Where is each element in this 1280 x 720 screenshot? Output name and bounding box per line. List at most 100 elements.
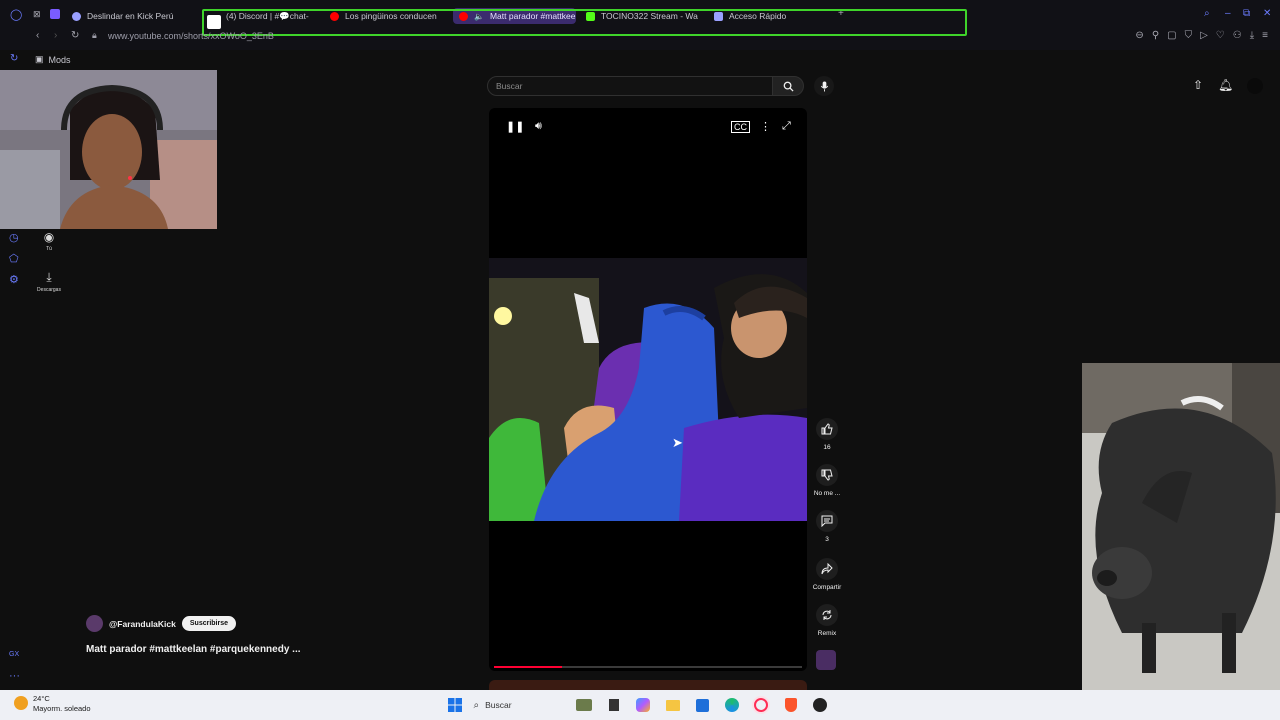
more-icon[interactable]: ···	[9, 670, 20, 682]
next-short-preview[interactable]	[489, 680, 807, 690]
search-tabs-icon[interactable]: ⌕	[1204, 8, 1210, 19]
comments-button[interactable]: 3	[812, 510, 842, 543]
browser-toolbar: ◯ ⊠ Deslindar en Kick Perú (4) Discord |…	[0, 0, 1280, 50]
pig-image	[1082, 363, 1280, 690]
search-input[interactable]: Buscar	[487, 76, 773, 96]
progress-bar[interactable]	[494, 666, 802, 668]
weather-condition: Mayorm. soleado	[33, 704, 91, 713]
progress-fill	[494, 666, 562, 668]
opera-gx-icon[interactable]	[747, 696, 777, 714]
snapshot-icon[interactable]: ▢	[1167, 30, 1176, 41]
dislike-button[interactable]: No me ...	[812, 464, 842, 497]
profile-icon[interactable]: ⚇	[1233, 30, 1242, 41]
fullscreen-icon[interactable]: ⤢	[782, 120, 791, 133]
notifications-icon[interactable]: 🔔︎	[1218, 78, 1233, 92]
remix-button[interactable]: Remix	[812, 604, 842, 637]
heart-icon[interactable]: ♡	[1216, 30, 1225, 41]
pinboard-icon[interactable]: ⬠	[9, 252, 19, 265]
avatar[interactable]	[1247, 78, 1263, 94]
url-text: www.youtube.com/shorts/xxOWoO_3EnB	[108, 31, 274, 41]
brave-icon[interactable]	[776, 696, 806, 714]
shield-icon[interactable]: ⛉	[1185, 30, 1193, 41]
bookmark-label: Mods	[48, 54, 71, 65]
search-button[interactable]	[772, 76, 804, 96]
comment-count: 3	[825, 536, 829, 543]
share-button[interactable]: Compartir	[812, 558, 842, 591]
pause-button[interactable]: ❚❚	[506, 120, 524, 133]
zoom-out-icon[interactable]: ⊖	[1135, 30, 1143, 41]
download-icon[interactable]: ⤓	[1250, 30, 1254, 41]
forward-icon[interactable]: ›	[54, 30, 57, 41]
restore-icon[interactable]: ⧉	[1243, 8, 1250, 19]
voice-search-button[interactable]	[814, 76, 834, 96]
search-label: Buscar	[485, 700, 512, 710]
short-title[interactable]: Matt parador #mattkeelan #parquekennedy …	[86, 644, 301, 655]
tab-menu-icon[interactable]: ⊠	[33, 9, 41, 20]
reload-icon[interactable]: ↻	[71, 30, 79, 41]
comment-icon	[821, 515, 833, 527]
volume-icon[interactable]: 🔊︎	[535, 120, 542, 133]
browser-tools: ⊖ ⚲ ▢ ⛉ ▷ ♡ ⚇ ⤓ ≡	[1135, 30, 1268, 41]
minimize-icon[interactable]: –	[1225, 8, 1231, 19]
new-workspace-icon[interactable]	[50, 9, 60, 19]
bookmarks-bar: ↻ ▣ Mods	[0, 50, 1280, 70]
channel-name[interactable]: @FarandulaKick	[109, 619, 176, 629]
more-options-icon[interactable]: ⋮	[760, 120, 771, 133]
gx-icon[interactable]: GX	[9, 651, 19, 658]
pin-icon[interactable]: ⚲	[1152, 30, 1159, 41]
weather-widget[interactable]: 24°C Mayorm. soleado	[14, 694, 91, 714]
menu-icon[interactable]: ≡	[1262, 30, 1268, 41]
url-field[interactable]: 🔒︎ www.youtube.com/shorts/xxOWoO_3EnB	[92, 30, 274, 41]
white-overlay-square	[207, 15, 221, 29]
tab-label: Deslindar en Kick Perú	[87, 11, 174, 21]
subscribe-button[interactable]: Suscribirse	[181, 616, 237, 631]
close-window-icon[interactable]: ✕	[1263, 8, 1271, 19]
remix-icon	[822, 610, 832, 620]
widgets-icon[interactable]	[570, 696, 600, 714]
channel-avatar[interactable]	[86, 615, 103, 632]
folder-icon: ▣	[35, 54, 44, 64]
webcam-image	[0, 70, 217, 229]
obs-icon[interactable]	[806, 696, 836, 714]
upload-icon[interactable]: ⇧	[1193, 78, 1203, 92]
weather-sun-icon	[14, 696, 28, 710]
address-bar: ‹ › ↻ 🔒︎ www.youtube.com/shorts/xxOWoO_3…	[0, 28, 1280, 46]
thumbs-down-icon	[821, 469, 833, 481]
copilot-icon[interactable]	[629, 696, 659, 714]
dislike-label: No me ...	[813, 490, 841, 497]
share-icon	[821, 563, 833, 575]
like-button[interactable]: 16	[812, 418, 842, 451]
sound-thumbnail[interactable]	[816, 650, 836, 670]
video-frame	[489, 258, 807, 521]
pig-overlay	[1082, 363, 1280, 690]
store-icon[interactable]	[688, 696, 718, 714]
temperature: 24°C	[33, 694, 50, 703]
back-icon[interactable]: ‹	[36, 30, 39, 41]
lock-icon: 🔒︎	[92, 30, 97, 40]
start-button[interactable]	[440, 696, 470, 714]
task-view-icon[interactable]	[599, 696, 629, 714]
captions-icon[interactable]: CC	[731, 121, 750, 133]
nav-downloads[interactable]: ⤓ Descargas	[30, 270, 68, 293]
nav-label: Descargas	[37, 287, 61, 293]
remix-label: Remix	[817, 630, 837, 637]
settings-icon[interactable]: ⚙	[9, 273, 19, 286]
play-icon[interactable]: ▷	[1200, 30, 1208, 41]
file-explorer-icon[interactable]	[658, 696, 688, 714]
nav-label: Tú	[46, 246, 52, 252]
tab-kick[interactable]: Deslindar en Kick Perú	[72, 8, 197, 24]
history-icon[interactable]: ◷	[9, 231, 19, 244]
download-icon: ⤓	[46, 270, 52, 284]
shorts-video-player[interactable]: ❚❚ 🔊︎ CC ⋮ ⤢ ➤	[489, 108, 807, 671]
windows-logo-icon	[447, 698, 462, 712]
bookmark-mods[interactable]: ▣ Mods	[35, 54, 71, 65]
like-count: 16	[823, 444, 831, 451]
nav-you[interactable]: ◉ Tú	[30, 230, 68, 252]
edge-icon[interactable]	[717, 696, 747, 714]
taskbar-apps: ⌕ Buscar	[440, 696, 835, 714]
search-icon	[783, 81, 794, 92]
taskbar-search[interactable]: ⌕ Buscar	[470, 696, 570, 714]
kick-favicon-icon	[72, 11, 81, 21]
windows-taskbar: 24°C Mayorm. soleado ⌕ Buscar	[0, 690, 1280, 720]
channel-info: @FarandulaKick Suscribirse	[86, 615, 237, 632]
